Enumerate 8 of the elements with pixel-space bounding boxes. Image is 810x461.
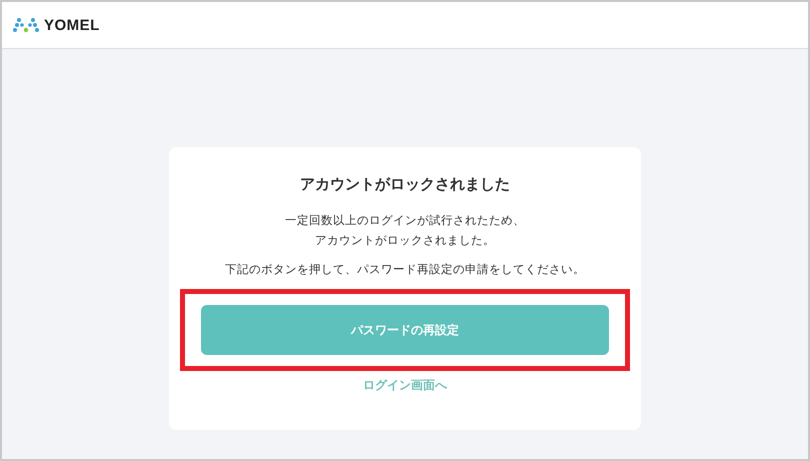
logo-icon [12, 17, 40, 33]
lock-message: 一定回数以上のログインが試行されたため、 [285, 212, 525, 229]
lock-message: アカウントがロックされました。 [315, 232, 495, 249]
reset-password-button[interactable]: パスワードの再設定 [201, 305, 609, 355]
card-title: アカウントがロックされました [300, 175, 510, 194]
login-link[interactable]: ログイン画面へ [363, 377, 447, 394]
instruction-text: 下記のボタンを押して、パスワード再設定の申請をしてください。 [225, 262, 585, 277]
logo-text: YOMEL [44, 16, 100, 34]
